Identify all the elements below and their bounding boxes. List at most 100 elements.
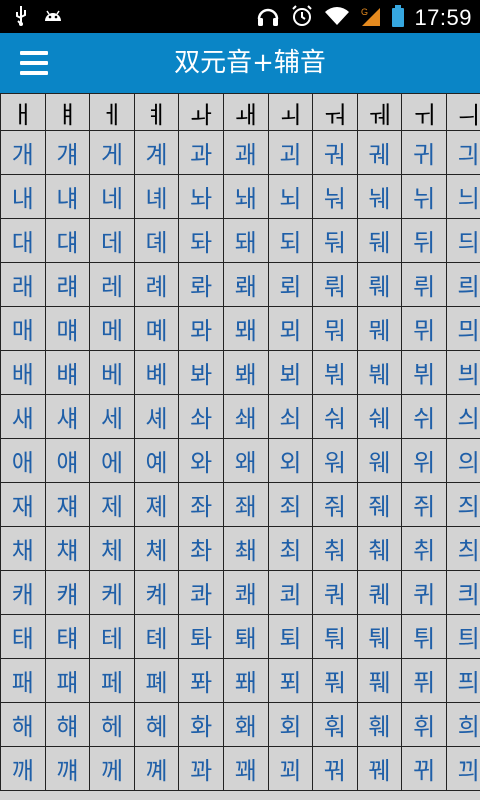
syllable-cell[interactable]: 냬 xyxy=(44,174,91,219)
syllable-cell[interactable]: 얘 xyxy=(44,438,91,483)
syllable-cell[interactable]: 믜 xyxy=(445,306,480,351)
syllable-cell[interactable]: 쟤 xyxy=(44,482,91,527)
syllable-cell[interactable]: 궤 xyxy=(356,130,403,175)
syllable-cell[interactable]: 외 xyxy=(267,438,314,483)
syllable-cell[interactable]: 테 xyxy=(89,614,135,659)
syllable-cell[interactable]: 취 xyxy=(401,526,447,571)
syllable-cell[interactable]: 베 xyxy=(89,350,135,395)
syllable-cell[interactable]: 뒤 xyxy=(401,218,447,263)
syllable-cell[interactable]: 췌 xyxy=(356,526,403,571)
syllable-cell[interactable]: 긔 xyxy=(445,130,480,175)
syllable-cell[interactable]: 워 xyxy=(312,438,358,483)
syllable-cell[interactable]: 녜 xyxy=(133,174,180,219)
syllable-cell[interactable]: 듸 xyxy=(445,218,480,263)
vowel-header-cell[interactable]: ㅐ xyxy=(0,93,46,131)
syllable-cell[interactable]: 콰 xyxy=(178,570,224,615)
syllable-cell[interactable]: 퇴 xyxy=(267,614,314,659)
syllable-cell[interactable]: 섀 xyxy=(44,394,91,439)
syllable-cell[interactable]: 네 xyxy=(89,174,135,219)
vowel-header-cell[interactable]: ㅟ xyxy=(401,93,447,131)
syllable-cell[interactable]: 눼 xyxy=(356,174,403,219)
syllable-cell[interactable]: 럐 xyxy=(44,262,91,307)
syllable-cell[interactable]: 롸 xyxy=(178,262,224,307)
syllable-cell[interactable]: 셰 xyxy=(133,394,180,439)
syllable-cell[interactable]: 봐 xyxy=(178,350,224,395)
syllable-cell[interactable]: 혜 xyxy=(133,702,180,747)
syllable-cell[interactable]: 대 xyxy=(0,218,46,263)
syllable-cell[interactable]: 턔 xyxy=(44,614,91,659)
syllable-cell[interactable]: 죄 xyxy=(267,482,314,527)
syllable-cell[interactable]: 픠 xyxy=(445,658,480,703)
syllable-cell[interactable]: 헤 xyxy=(89,702,135,747)
syllable-cell[interactable]: 의 xyxy=(445,438,480,483)
syllable-cell[interactable]: 페 xyxy=(89,658,135,703)
syllable-cell[interactable]: 데 xyxy=(89,218,135,263)
syllable-cell[interactable]: 톼 xyxy=(178,614,224,659)
syllable-cell[interactable]: 츼 xyxy=(445,526,480,571)
syllable-cell[interactable]: 궈 xyxy=(312,130,358,175)
syllable-cell[interactable]: 쾨 xyxy=(267,570,314,615)
syllable-cell[interactable]: 뫄 xyxy=(178,306,224,351)
syllable-cell[interactable]: 회 xyxy=(267,702,314,747)
syllable-cell[interactable]: 과 xyxy=(178,130,224,175)
syllable-cell[interactable]: 꽤 xyxy=(222,746,269,791)
syllable-cell[interactable]: 뫼 xyxy=(267,306,314,351)
syllable-cell[interactable]: 븨 xyxy=(445,350,480,395)
syllable-cell[interactable]: 놔 xyxy=(178,174,224,219)
syllable-cell[interactable]: 쾌 xyxy=(222,570,269,615)
syllable-cell[interactable]: 계 xyxy=(133,130,180,175)
syllable-cell[interactable]: 뮈 xyxy=(401,306,447,351)
syllable-cell[interactable]: 톄 xyxy=(133,614,180,659)
syllable-cell[interactable]: 최 xyxy=(267,526,314,571)
syllable-cell[interactable]: 퀘 xyxy=(356,570,403,615)
syllable-cell[interactable]: 뭬 xyxy=(356,306,403,351)
syllable-cell[interactable]: 줴 xyxy=(356,482,403,527)
syllable-cell[interactable]: 늬 xyxy=(445,174,480,219)
syllable-cell[interactable]: 퍠 xyxy=(44,658,91,703)
syllable-cell[interactable]: 쵀 xyxy=(222,526,269,571)
syllable-cell[interactable]: 괴 xyxy=(267,130,314,175)
vowel-header-cell[interactable]: ㅝ xyxy=(312,93,358,131)
syllable-cell[interactable]: 께 xyxy=(89,746,135,791)
syllable-cell[interactable]: 메 xyxy=(89,306,135,351)
vowel-header-cell[interactable]: ㅙ xyxy=(222,93,269,131)
syllable-cell[interactable]: 춰 xyxy=(312,526,358,571)
syllable-cell[interactable]: 돠 xyxy=(178,218,224,263)
syllable-cell[interactable]: 뒈 xyxy=(356,218,403,263)
syllable-cell[interactable]: 붜 xyxy=(312,350,358,395)
syllable-cell[interactable]: 뉘 xyxy=(401,174,447,219)
syllable-cell[interactable]: 뀌 xyxy=(401,746,447,791)
syllable-cell[interactable]: 예 xyxy=(133,438,180,483)
syllable-cell[interactable]: 쳬 xyxy=(133,526,180,571)
syllable-cell[interactable]: 놰 xyxy=(222,174,269,219)
syllable-cell[interactable]: 퉈 xyxy=(312,614,358,659)
syllable-cell[interactable]: 래 xyxy=(0,262,46,307)
syllable-cell[interactable]: 쇠 xyxy=(267,394,314,439)
syllable-cell[interactable]: 웨 xyxy=(356,438,403,483)
syllable-cell[interactable]: 애 xyxy=(0,438,46,483)
syllable-cell[interactable]: 뫠 xyxy=(222,306,269,351)
syllable-cell[interactable]: 걔 xyxy=(44,130,91,175)
syllable-cell[interactable]: 뱨 xyxy=(44,350,91,395)
syllable-cell[interactable]: 졔 xyxy=(133,482,180,527)
syllable-cell[interactable]: 봬 xyxy=(222,350,269,395)
vowel-header-cell[interactable]: ㅞ xyxy=(356,93,403,131)
syllable-cell[interactable]: 튀 xyxy=(401,614,447,659)
syllable-cell[interactable]: 채 xyxy=(0,526,46,571)
syllable-cell[interactable]: 뤼 xyxy=(401,262,447,307)
syllable-cell[interactable]: 패 xyxy=(0,658,46,703)
syllable-cell[interactable]: 꽈 xyxy=(178,746,224,791)
syllable-cell[interactable]: 케 xyxy=(89,570,135,615)
vowel-header-cell[interactable]: ㅚ xyxy=(267,93,314,131)
syllable-cell[interactable]: 햬 xyxy=(44,702,91,747)
syllable-cell[interactable]: 퐤 xyxy=(222,658,269,703)
vowel-header-cell[interactable]: ㅘ xyxy=(178,93,224,131)
syllable-cell[interactable]: 에 xyxy=(89,438,135,483)
syllable-cell[interactable]: 푀 xyxy=(267,658,314,703)
vowel-header-cell[interactable]: ㅒ xyxy=(44,93,91,131)
syllable-cell[interactable]: 세 xyxy=(89,394,135,439)
syllable-cell[interactable]: 훠 xyxy=(312,702,358,747)
syllable-cell[interactable]: 켸 xyxy=(133,570,180,615)
syllable-cell[interactable]: 레 xyxy=(89,262,135,307)
syllable-cell[interactable]: 해 xyxy=(0,702,46,747)
